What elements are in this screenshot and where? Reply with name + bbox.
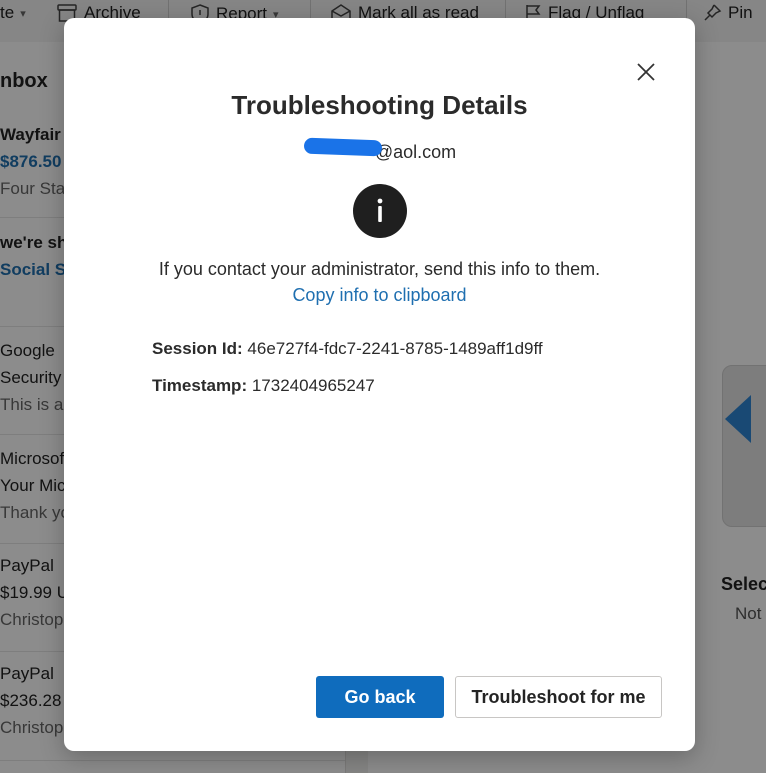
instruction-text: If you contact your administrator, send …: [154, 256, 605, 308]
dialog-title: Troubleshooting Details: [231, 90, 528, 120]
info-glyph-icon: [377, 198, 383, 222]
copy-to-clipboard-link[interactable]: Copy info to clipboard: [292, 285, 466, 305]
close-button[interactable]: [632, 58, 660, 86]
session-id-label: Session Id:: [152, 339, 243, 358]
session-id-row: Session Id: 46e727f4-fdc7-2241-8785-1489…: [152, 339, 543, 359]
info-icon: [353, 184, 407, 238]
email-domain: @aol.com: [374, 142, 457, 162]
instruction-message: If you contact your administrator, send …: [158, 259, 601, 279]
timestamp-row: Timestamp: 1732404965247: [152, 376, 375, 396]
troubleshooting-dialog: Troubleshooting Details @aol.com If you …: [64, 18, 695, 751]
timestamp-label: Timestamp:: [152, 376, 248, 395]
close-icon: [637, 63, 655, 81]
troubleshoot-for-me-button[interactable]: Troubleshoot for me: [455, 676, 662, 718]
timestamp-value: 1732404965247: [251, 376, 375, 395]
session-id-value: 46e727f4-fdc7-2241-8785-1489aff1d9ff: [247, 339, 543, 358]
go-back-button[interactable]: Go back: [316, 676, 444, 718]
redaction-mark: [303, 137, 383, 157]
